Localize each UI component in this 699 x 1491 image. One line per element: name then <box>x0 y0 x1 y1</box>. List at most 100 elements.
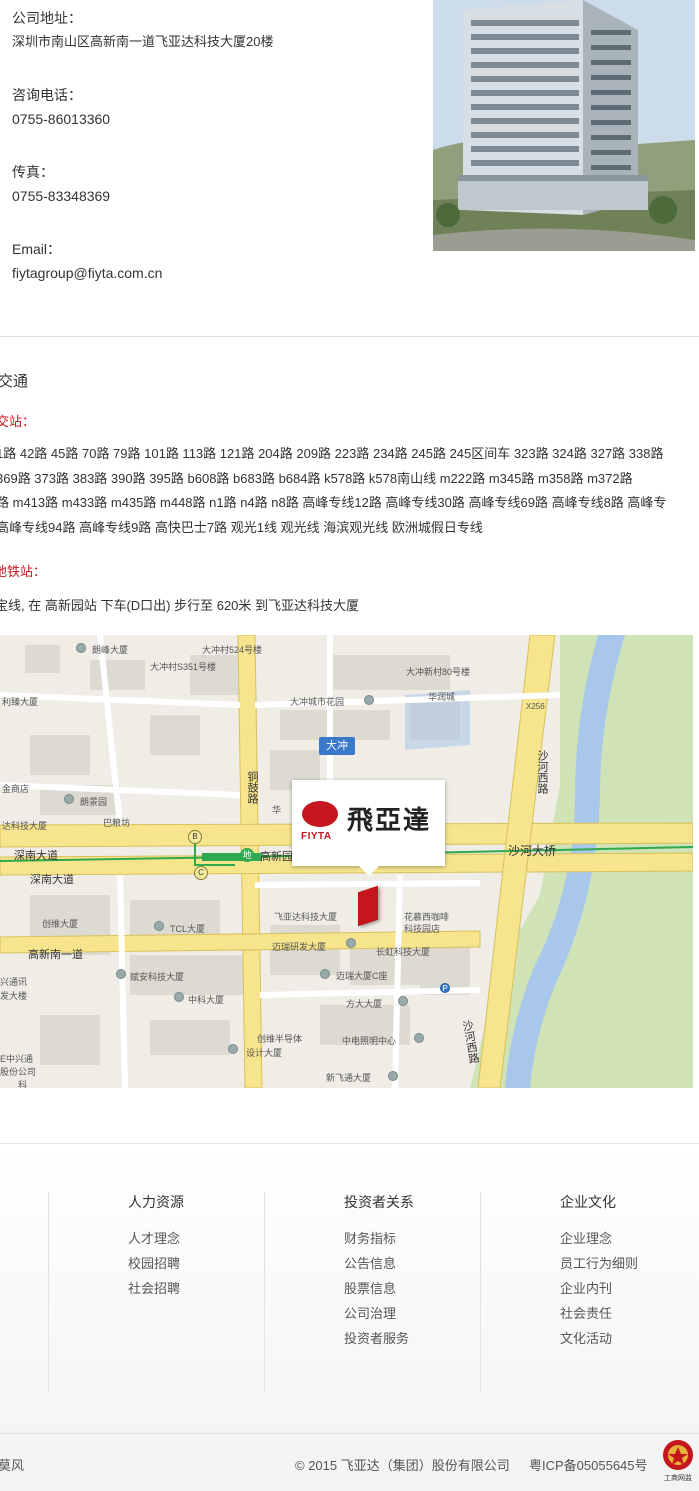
map-road-label: 深南大道 <box>30 874 74 886</box>
footer-divider <box>480 1192 481 1392</box>
footer-link[interactable]: 投资者服务 <box>344 1326 524 1351</box>
map-label: X256 <box>526 702 545 711</box>
poi-icon <box>154 921 164 931</box>
footer-col-heading[interactable]: 投资者关系 <box>344 1192 524 1212</box>
icp-link[interactable]: 粤ICP备05055645号 <box>529 1455 648 1474</box>
metro-exit-c: C <box>194 866 208 880</box>
map-label: 飞亚达科技大厦 <box>274 912 338 922</box>
map-label: 朗峰大厦 <box>92 645 129 655</box>
footer-link[interactable]: 财务指标 <box>344 1226 524 1251</box>
footer-link[interactable]: 员工行为细则 <box>560 1251 699 1276</box>
map-label: 中电照明中心 <box>342 1036 397 1046</box>
footer-link[interactable]: 公告信息 <box>344 1251 524 1276</box>
contact-info: 公司地址： 深圳市南山区高新南一道飞亚达科技大厦20楼 咨询电话： 0755-8… <box>12 8 422 316</box>
email-group: Email： fiytagroup@fiyta.com.cn <box>12 239 422 316</box>
map-label: 大冲村S351号楼 <box>150 662 217 672</box>
map-road-label: 沙河大桥 <box>508 844 557 858</box>
fax-value: 0755-83348369 <box>12 188 111 204</box>
map-label: 设计大厦 <box>246 1048 283 1058</box>
map-label: 方大大厦 <box>346 999 383 1009</box>
map-label: 科技园店 <box>404 924 441 934</box>
map-label: 大冲城市花园 <box>290 697 345 707</box>
footer-col-heading[interactable]: 人力资源 <box>128 1192 308 1212</box>
map-label: 大冲新村80号楼 <box>406 667 471 677</box>
address-label: 公司地址： <box>12 10 82 26</box>
transport-title: 交通 <box>0 373 29 390</box>
map-label: 新飞通大厦 <box>326 1073 372 1083</box>
fax-label: 传真： <box>12 164 54 180</box>
footer-col-hr: 人力资源 人才理念 校园招聘 社会招聘 <box>128 1192 308 1301</box>
building-photo <box>433 0 695 251</box>
poi-icon <box>320 969 330 979</box>
map-label: 金商店 <box>2 784 30 794</box>
poi-icon <box>398 996 408 1006</box>
map-district-badge: 大冲 <box>319 737 355 755</box>
address-value: 深圳市南山区高新南一道飞亚达科技大厦20楼 <box>12 34 274 49</box>
parking-icon: P <box>440 983 450 993</box>
fiyta-logo-icon <box>302 801 338 827</box>
map-label: 兴通讯 <box>0 977 28 987</box>
footer-link[interactable]: 股票信息 <box>344 1276 524 1301</box>
logo-cn-text: 飛亞達 <box>347 806 432 836</box>
map-road-label: 深南大道 <box>14 850 58 862</box>
map-station-label: 高新园 <box>260 851 293 863</box>
section-divider <box>0 336 699 337</box>
footer-bottom-divider <box>0 1433 699 1434</box>
bus-lines: 1路 42路 45路 70路 79路 101路 113路 121路 204路 2… <box>0 442 699 541</box>
map-label: 创维大厦 <box>42 919 79 929</box>
gongshang-badge[interactable]: 工商网监 <box>660 1435 696 1485</box>
bus-line-row: 路 m413路 m433路 m435路 m448路 n1路 n4路 n8路 高峰… <box>0 495 667 511</box>
poi-icon <box>346 938 356 948</box>
footer-link[interactable]: 人才理念 <box>128 1226 308 1251</box>
map-label: 达科技大厦 <box>2 821 48 831</box>
map-location-callout[interactable]: FIYTA 飛亞達 <box>292 780 445 876</box>
map-label: 迈瑞研发大厦 <box>272 942 327 952</box>
metro-heading: 地铁站： <box>0 564 47 579</box>
map-label: 长虹科技大厦 <box>376 947 431 957</box>
poi-icon <box>64 794 74 804</box>
map-label: 股份公司 <box>0 1067 37 1077</box>
bus-line-row: 369路 373路 383路 390路 395路 b608路 b683路 b68… <box>0 470 633 486</box>
map-label: 利臻大厦 <box>2 697 39 707</box>
map-label: 科 <box>18 1080 28 1088</box>
map-label: 大冲村524号楼 <box>202 645 263 655</box>
location-marker-icon[interactable] <box>358 885 378 927</box>
footer-col-investor: 投资者关系 财务指标 公告信息 股票信息 公司治理 投资者服务 <box>344 1192 524 1351</box>
metro-directions: 宝线, 在 高新园站 下车(D口出) 步行至 620米 到飞亚达科技大厦 <box>0 598 360 613</box>
footer-link[interactable]: 校园招聘 <box>128 1251 308 1276</box>
location-map[interactable]: 朗峰大厦 大冲村524号楼 大冲村S351号楼 大冲新村80号楼 利臻大厦 大冲… <box>0 635 693 1088</box>
map-label: 赋安科技大厦 <box>130 972 185 982</box>
footer-link[interactable]: 社会责任 <box>560 1301 699 1326</box>
email-value[interactable]: fiytagroup@fiyta.com.cn <box>12 263 422 283</box>
phone-label: 咨询电话： <box>12 87 82 103</box>
badge-caption: 工商网监 <box>664 1475 692 1482</box>
map-label: 华 <box>272 805 282 815</box>
poi-icon <box>116 969 126 979</box>
phone-value: 0755-86013360 <box>12 111 111 127</box>
footer-link[interactable]: 文化活动 <box>560 1326 699 1351</box>
poi-icon <box>76 643 86 653</box>
map-road-label: 铜鼓路 <box>246 771 258 804</box>
footer-link[interactable]: 企业理念 <box>560 1226 699 1251</box>
poi-icon <box>174 992 184 1002</box>
bus-line-row: 高峰专线94路 高峰专线9路 高快巴士7路 观光1线 观光线 海滨观光线 欧洲城… <box>0 520 483 536</box>
footer-divider <box>48 1192 49 1392</box>
footer-link[interactable]: 公司治理 <box>344 1301 524 1326</box>
map-road-label: 高新南一道 <box>28 949 83 961</box>
footer-col-heading[interactable]: 企业文化 <box>560 1192 699 1212</box>
footer-link[interactable]: 企业内刊 <box>560 1276 699 1301</box>
footer-left-text[interactable]: 莫风 <box>0 1455 24 1474</box>
metro-exit-b: B <box>188 830 202 844</box>
copyright-text: © 2015 飞亚达（集团）股份有限公司 <box>295 1458 510 1473</box>
map-label: 中科大厦 <box>188 995 225 1005</box>
map-label: 华润城 <box>428 692 456 702</box>
footer-divider <box>264 1192 265 1392</box>
map-road-label: 沙河西路 <box>536 750 548 794</box>
bus-line-row: 1路 42路 45路 70路 79路 101路 113路 121路 204路 2… <box>0 446 664 461</box>
map-label: TCL大厦 <box>170 924 206 934</box>
footer-link[interactable]: 社会招聘 <box>128 1276 308 1301</box>
map-label: E中兴通 <box>0 1054 34 1064</box>
poi-icon <box>228 1044 238 1054</box>
footer: 人力资源 人才理念 校园招聘 社会招聘 投资者关系 财务指标 公告信息 股票信息… <box>0 1143 699 1491</box>
address-group: 公司地址： 深圳市南山区高新南一道飞亚达科技大厦20楼 <box>12 8 422 85</box>
